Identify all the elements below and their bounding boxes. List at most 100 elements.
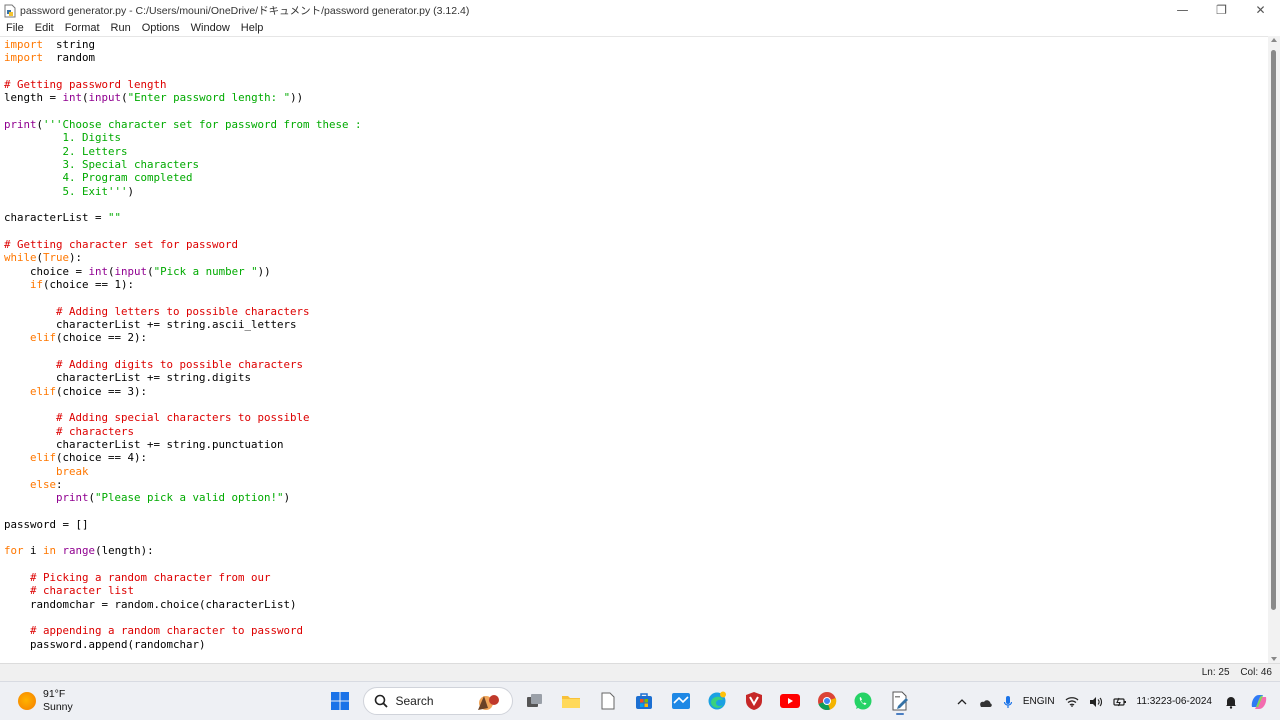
code-line[interactable]: randomchar = random.choice(characterList… <box>4 598 362 611</box>
code-line[interactable] <box>4 198 362 211</box>
file-explorer-button[interactable] <box>557 687 585 715</box>
code-line[interactable] <box>4 558 362 571</box>
security-app-button[interactable] <box>740 687 768 715</box>
code-line[interactable]: else: <box>4 478 362 491</box>
code-line[interactable]: password = [] <box>4 518 362 531</box>
browser-icon <box>708 691 726 710</box>
edge-button[interactable] <box>703 687 731 715</box>
copilot-icon[interactable] <box>1248 691 1270 713</box>
code-line[interactable]: length = int(input("Enter password lengt… <box>4 91 362 104</box>
menu-run[interactable]: Run <box>111 22 131 34</box>
code-line[interactable]: 4. Program completed <box>4 171 362 184</box>
code-token: # Adding letters to possible characters <box>56 304 310 318</box>
scrollbar-thumb[interactable] <box>1271 50 1276 610</box>
code-line[interactable]: # Picking a random character from our <box>4 571 362 584</box>
language-indicator[interactable]: ENG IN <box>1023 696 1055 708</box>
code-line[interactable]: break <box>4 465 362 478</box>
scroll-up-icon[interactable] <box>1271 38 1277 42</box>
weather-widget[interactable]: 91°F Sunny <box>18 688 73 714</box>
code-token: characterList += string.punctuation <box>4 437 284 451</box>
whatsapp-button[interactable] <box>849 687 877 715</box>
code-line[interactable]: characterList = "" <box>4 211 362 224</box>
clock[interactable]: 11:32 23-06-2024 <box>1137 695 1212 708</box>
code-line[interactable]: password.append(randomchar) <box>4 638 362 651</box>
code-line[interactable]: elif(choice == 2): <box>4 331 362 344</box>
start-button[interactable] <box>326 687 354 715</box>
code-line[interactable]: # Adding letters to possible characters <box>4 305 362 318</box>
code-line[interactable] <box>4 225 362 238</box>
notification-bell-icon[interactable] <box>1224 695 1238 709</box>
code-line[interactable]: # Adding special characters to possible <box>4 411 362 424</box>
code-line[interactable]: 3. Special characters <box>4 158 362 171</box>
code-line[interactable]: # Getting password length <box>4 78 362 91</box>
code-line[interactable] <box>4 504 362 517</box>
code-line[interactable]: print("Please pick a valid option!") <box>4 491 362 504</box>
weather-condition: Sunny <box>43 701 73 713</box>
code-line[interactable]: # character list <box>4 584 362 597</box>
app-button-blue[interactable] <box>667 687 695 715</box>
cloud-icon[interactable] <box>977 696 993 708</box>
code-line[interactable]: characterList += string.punctuation <box>4 438 362 451</box>
code-line[interactable]: choice = int(input("Pick a number ")) <box>4 265 362 278</box>
code-line[interactable]: while(True): <box>4 251 362 264</box>
vertical-scrollbar[interactable] <box>1268 36 1280 663</box>
chrome-button[interactable] <box>813 687 841 715</box>
cursor-position: Ln: 25 Col: 46 <box>1194 667 1272 678</box>
code-token: characterList += string.digits <box>4 371 252 385</box>
code-line[interactable]: characterList += string.ascii_letters <box>4 318 362 331</box>
wifi-icon[interactable] <box>1065 696 1079 707</box>
code-line[interactable]: 1. Digits <box>4 131 362 144</box>
close-button[interactable]: ✕ <box>1241 0 1280 20</box>
menu-format[interactable]: Format <box>65 22 100 34</box>
code-editor[interactable]: import string import random # Getting pas… <box>0 36 1268 663</box>
microphone-icon[interactable] <box>1003 695 1013 709</box>
code-line[interactable]: import random <box>4 51 362 64</box>
code-line[interactable]: # Adding digits to possible characters <box>4 358 362 371</box>
idle-editor-button[interactable] <box>886 687 914 715</box>
code-line[interactable]: # characters <box>4 425 362 438</box>
code-token: '''Choose character set for password fro… <box>43 117 362 131</box>
code-line[interactable]: elif(choice == 3): <box>4 385 362 398</box>
battery-icon[interactable] <box>1112 695 1127 709</box>
notepad-button[interactable] <box>594 687 622 715</box>
code-line[interactable]: characterList += string.digits <box>4 371 362 384</box>
code-line[interactable] <box>4 65 362 78</box>
volume-icon[interactable] <box>1089 696 1103 708</box>
code-line[interactable]: print('''Choose character set for passwo… <box>4 118 362 131</box>
play-icon <box>780 694 800 708</box>
store-button[interactable] <box>630 687 658 715</box>
code-line[interactable] <box>4 291 362 304</box>
minimize-button[interactable]: — <box>1163 0 1202 20</box>
code-line[interactable]: if(choice == 1): <box>4 278 362 291</box>
code-line[interactable] <box>4 531 362 544</box>
menu-options[interactable]: Options <box>142 22 180 34</box>
code-line[interactable]: import string <box>4 38 362 51</box>
store-icon <box>636 693 652 709</box>
code-line[interactable]: 2. Letters <box>4 145 362 158</box>
scroll-down-icon[interactable] <box>1271 657 1277 661</box>
menu-window[interactable]: Window <box>191 22 230 34</box>
code-token: for <box>4 544 24 558</box>
code-line[interactable] <box>4 345 362 358</box>
code-line[interactable]: # appending a random character to passwo… <box>4 624 362 637</box>
restore-button[interactable]: ❐ <box>1202 0 1241 20</box>
window-controls: — ❐ ✕ <box>1163 0 1280 20</box>
taskbar-search[interactable]: Search <box>362 687 513 715</box>
code-line[interactable] <box>4 398 362 411</box>
code-line[interactable]: for i in range(length): <box>4 544 362 557</box>
tray-overflow-icon[interactable] <box>957 698 967 705</box>
menu-help[interactable]: Help <box>241 22 264 34</box>
code-token: while <box>4 251 37 265</box>
code-text[interactable]: import string import random # Getting pas… <box>4 38 362 651</box>
code-line[interactable] <box>4 105 362 118</box>
youtube-button[interactable] <box>776 687 804 715</box>
menu-edit[interactable]: Edit <box>35 22 54 34</box>
code-line[interactable] <box>4 611 362 624</box>
code-line[interactable]: elif(choice == 4): <box>4 451 362 464</box>
task-view-button[interactable] <box>521 687 549 715</box>
code-line[interactable]: 5. Exit''') <box>4 185 362 198</box>
code-line[interactable]: # Getting character set for password <box>4 238 362 251</box>
menu-file[interactable]: File <box>6 22 24 34</box>
